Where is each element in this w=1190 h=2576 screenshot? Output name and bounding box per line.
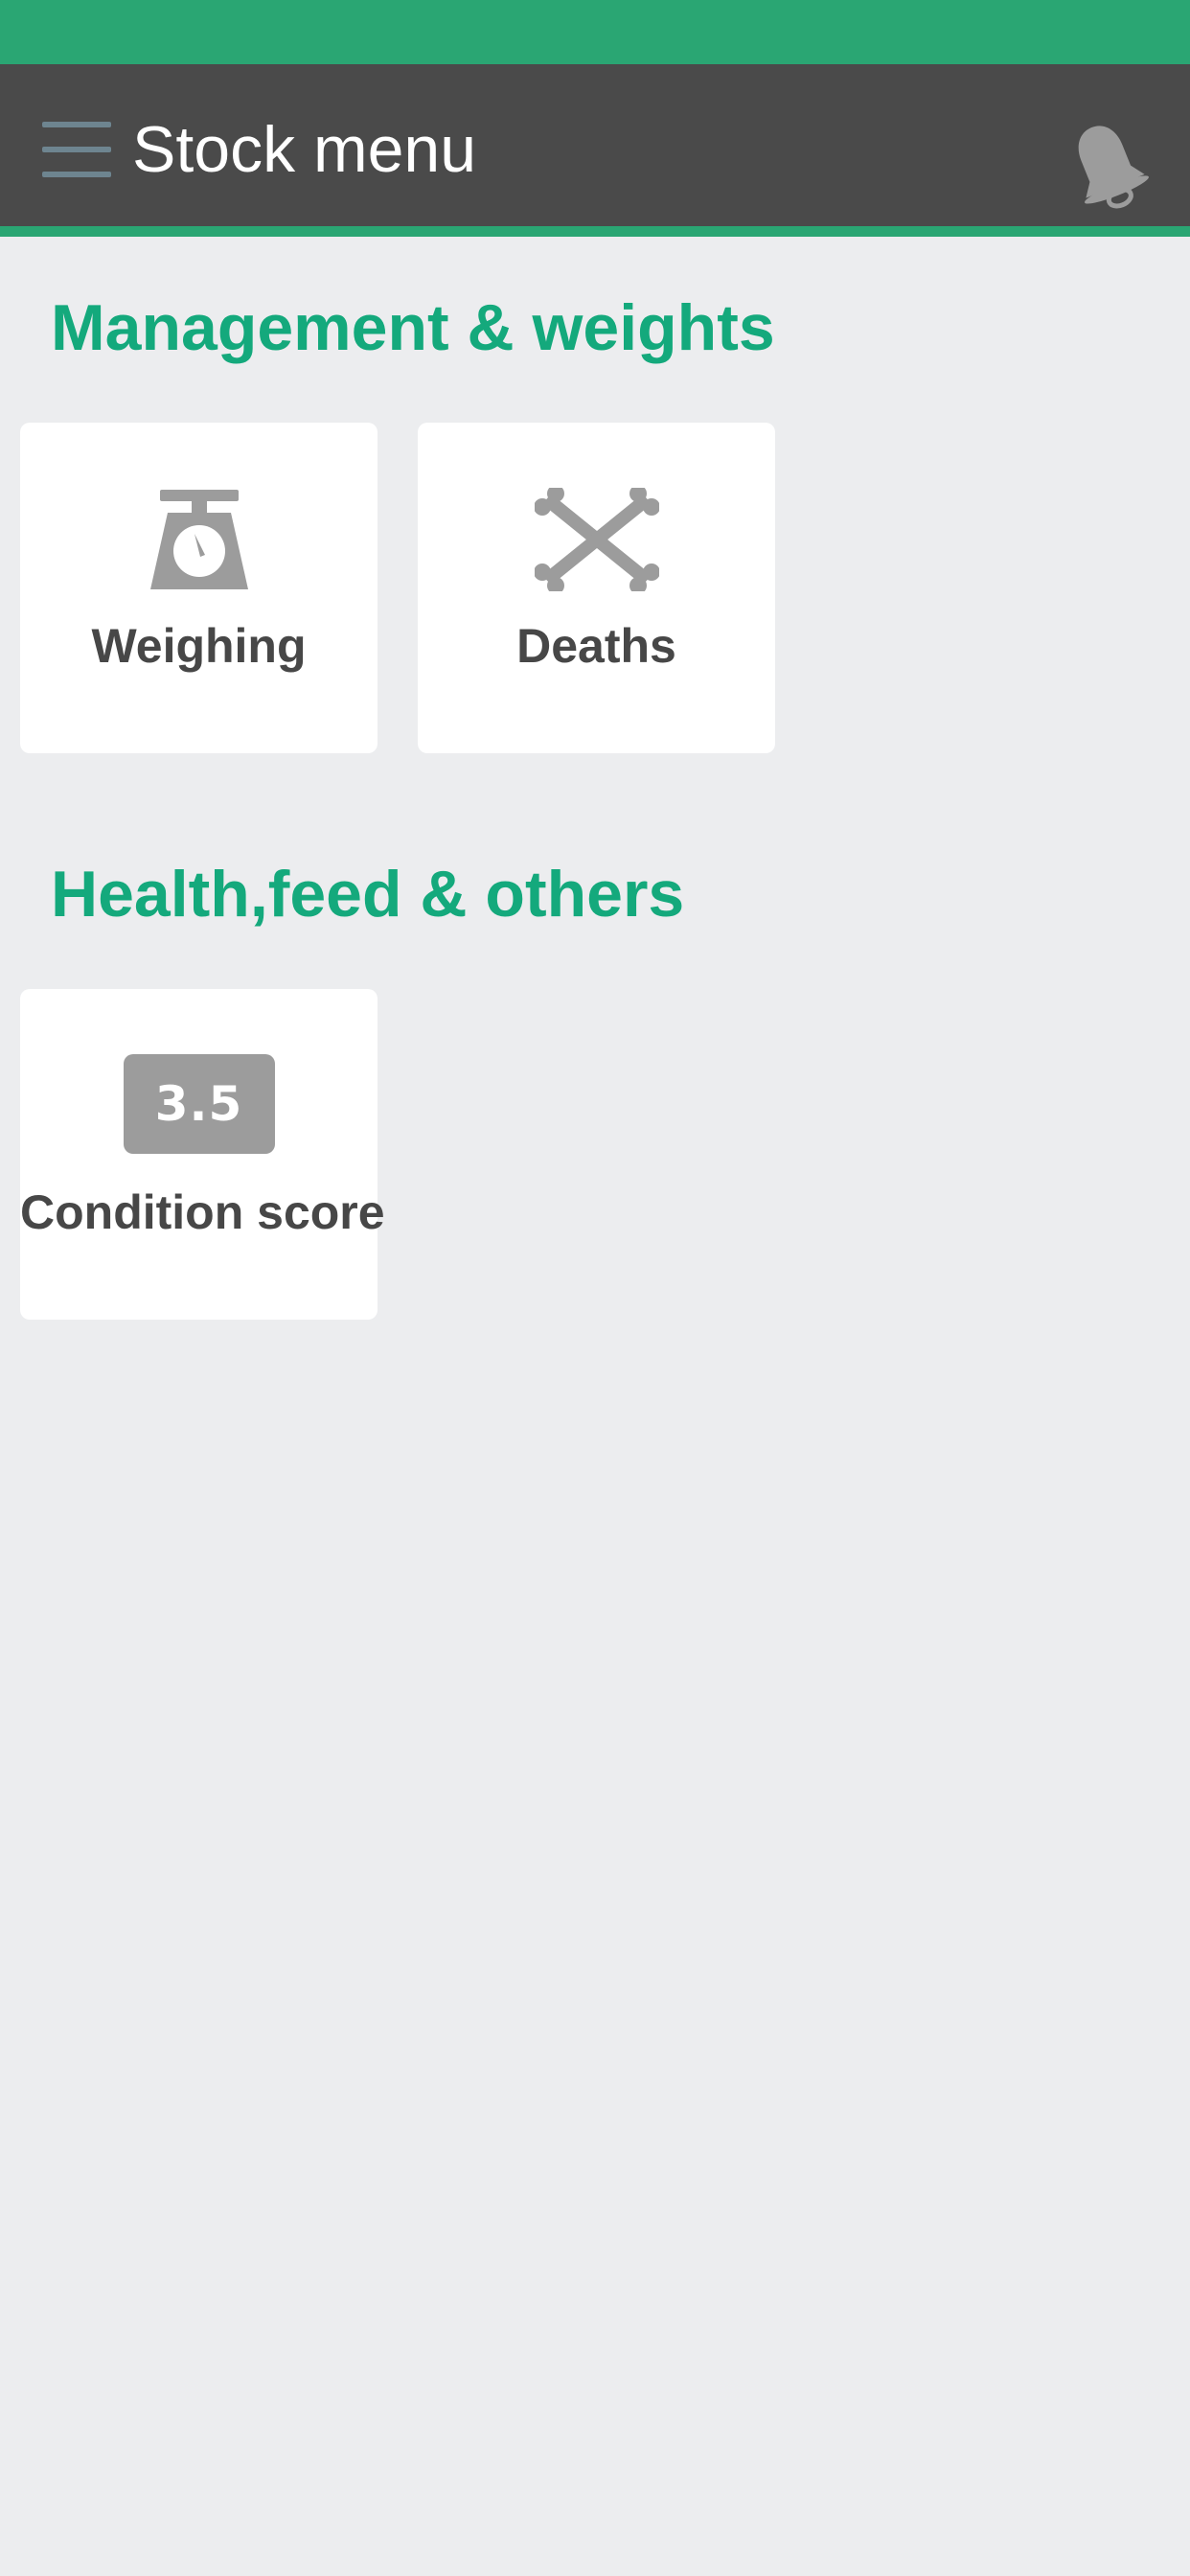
condition-score-label: Condition score: [20, 1185, 385, 1239]
weighing-tile[interactable]: Weighing: [20, 423, 378, 753]
crossbones-icon: [534, 488, 659, 591]
weighing-label: Weighing: [91, 619, 307, 673]
page-title: Stock menu: [132, 113, 477, 186]
condition-score-icon: 3.5: [123, 1054, 275, 1154]
condition-score-tile[interactable]: 3.5 Condition score: [20, 989, 385, 1320]
status-bar: [0, 0, 1190, 64]
app-bar-accent-line: [0, 226, 1190, 237]
deaths-tile[interactable]: Deaths: [418, 423, 775, 753]
scale-icon: [149, 490, 248, 589]
deaths-label: Deaths: [516, 619, 676, 673]
bell-icon[interactable]: [1064, 119, 1150, 211]
section-heading-health: Health,feed & others: [51, 858, 685, 931]
section-heading-management: Management & weights: [51, 291, 775, 364]
hamburger-menu-icon[interactable]: [42, 122, 111, 177]
